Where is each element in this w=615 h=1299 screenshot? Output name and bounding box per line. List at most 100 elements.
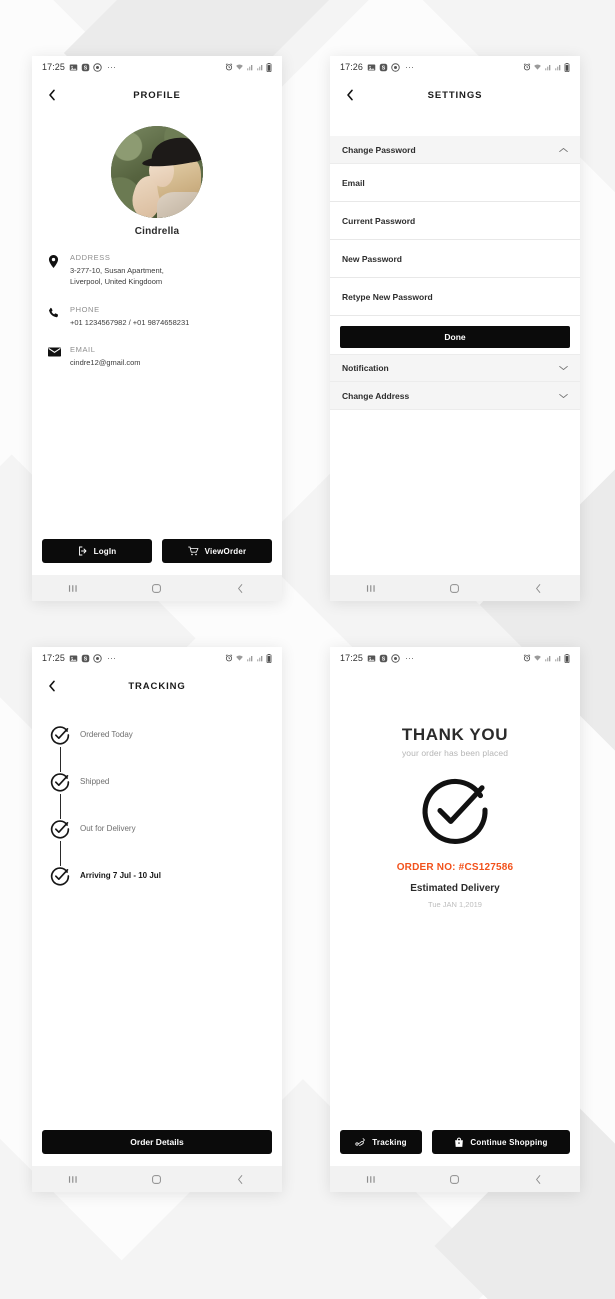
- profile-body: Cindrella ADDRESS 3-277-10, Susan Apartm…: [32, 112, 282, 575]
- status-overflow-icon: ⋯: [107, 61, 117, 72]
- back-button[interactable]: [342, 87, 358, 103]
- continue-shopping-button[interactable]: Continue Shopping: [432, 1130, 570, 1154]
- done-button[interactable]: Done: [340, 326, 570, 348]
- field-new-password[interactable]: New Password: [330, 240, 580, 278]
- back-button[interactable]: [44, 87, 60, 103]
- tracking-connector: [60, 841, 62, 866]
- tracking-step-label: Shipped: [80, 777, 110, 786]
- wifi-icon: [534, 64, 541, 70]
- field-email[interactable]: Email: [330, 164, 580, 202]
- tracking-step: Out for Delivery: [50, 819, 282, 866]
- home-icon[interactable]: [137, 1173, 177, 1186]
- order-details-button[interactable]: Order Details: [42, 1130, 272, 1154]
- chevron-left-icon: [49, 680, 55, 692]
- view-order-button[interactable]: ViewOrder: [162, 539, 272, 563]
- login-button[interactable]: LogIn: [42, 539, 152, 563]
- phone-icon: [48, 305, 70, 319]
- home-icon[interactable]: [137, 582, 177, 595]
- cart-icon: [187, 546, 199, 556]
- status-bar: 17:26 S ⋯: [330, 56, 580, 78]
- avatar-dress: [157, 192, 203, 218]
- image-icon: [367, 64, 376, 70]
- continue-shopping-button-label: Continue Shopping: [470, 1137, 548, 1147]
- check-circle-icon: [50, 819, 80, 844]
- check-circle-icon: [419, 774, 491, 846]
- info-text-phone: PHONE +01 1234567982 / +01 9874658231: [70, 305, 266, 328]
- svg-text:S: S: [84, 65, 88, 71]
- order-number: ORDER NO: #CS127586: [396, 862, 514, 873]
- status-overflow-icon: ⋯: [405, 652, 415, 663]
- alarm-icon: [523, 654, 531, 662]
- recents-icon[interactable]: [54, 1173, 94, 1186]
- status-left-icons: S ⋯: [367, 62, 415, 73]
- estimated-delivery-date: Tue JAN 1,2019: [428, 900, 482, 909]
- status-time: 17:26: [340, 62, 364, 72]
- profile-info-list: ADDRESS 3-277-10, Susan Apartment, Liver…: [32, 253, 282, 368]
- info-label-address: ADDRESS: [70, 253, 111, 262]
- tracking-button[interactable]: Tracking: [340, 1130, 422, 1154]
- view-order-button-label: ViewOrder: [204, 546, 247, 556]
- battery-icon: [266, 653, 272, 663]
- back-icon[interactable]: [518, 1173, 558, 1186]
- android-nav-bar: [32, 575, 282, 601]
- alarm-icon: [523, 63, 531, 71]
- field-current-password[interactable]: Current Password: [330, 202, 580, 240]
- signal-icon: [555, 656, 561, 662]
- skype-icon: S: [379, 654, 388, 662]
- back-icon[interactable]: [220, 1173, 260, 1186]
- alarm-icon: [225, 63, 233, 71]
- back-button[interactable]: [44, 678, 60, 694]
- recents-icon[interactable]: [352, 1173, 392, 1186]
- settings-body: Change Password Email Current Password N…: [330, 112, 580, 575]
- page-title: PROFILE: [133, 89, 181, 101]
- android-nav-bar: [32, 1166, 282, 1192]
- recents-icon[interactable]: [54, 582, 94, 595]
- home-icon[interactable]: [435, 1173, 475, 1186]
- envelope-icon: [48, 345, 70, 357]
- back-icon[interactable]: [220, 582, 260, 595]
- recents-icon[interactable]: [352, 582, 392, 595]
- info-row-phone: PHONE +01 1234567982 / +01 9874658231: [48, 305, 266, 328]
- info-text-email: EMAIL cindre12@gmail.com: [70, 345, 266, 368]
- login-icon: [78, 546, 87, 556]
- android-nav-bar: [330, 1166, 580, 1192]
- accordion-change-address[interactable]: Change Address: [330, 382, 580, 410]
- info-label-email: EMAIL: [70, 344, 96, 354]
- chrome-icon: [391, 62, 400, 72]
- svg-text:S: S: [84, 656, 88, 662]
- accordion-change-password[interactable]: Change Password: [330, 136, 580, 164]
- check-circle-icon: [50, 866, 80, 891]
- status-overflow-icon: ⋯: [107, 652, 117, 663]
- image-icon: [69, 655, 78, 661]
- status-overflow-icon: ⋯: [405, 61, 415, 72]
- skype-icon: S: [81, 63, 90, 71]
- info-value-address: 3-277-10, Susan Apartment, Liverpool, Un…: [70, 266, 164, 287]
- signal-icon: [545, 65, 551, 71]
- field-retype-new-password[interactable]: Retype New Password: [330, 278, 580, 316]
- home-icon[interactable]: [435, 582, 475, 595]
- back-icon[interactable]: [518, 582, 558, 595]
- profile-name: Cindrella: [134, 226, 180, 237]
- status-time: 17:25: [42, 62, 66, 72]
- chevron-left-icon: [49, 89, 55, 101]
- location-pin-icon: [48, 253, 70, 268]
- signal-icon: [257, 65, 263, 71]
- svg-text:S: S: [382, 656, 386, 662]
- avatar[interactable]: [111, 126, 203, 218]
- accordion-notification[interactable]: Notification: [330, 354, 580, 382]
- shopping-bag-icon: [455, 1137, 464, 1147]
- chevron-up-icon: [559, 147, 568, 152]
- status-bar: 17:25 S ⋯: [32, 647, 282, 669]
- status-bar: 17:25 S ⋯: [330, 647, 580, 669]
- chrome-icon: [391, 653, 400, 663]
- app-bar-settings: SETTINGS: [330, 78, 580, 112]
- status-bar: 17:25 S ⋯: [32, 56, 282, 78]
- chevron-down-icon: [559, 365, 568, 371]
- field-label-current-password: Current Password: [342, 215, 416, 226]
- wifi-icon: [236, 64, 243, 70]
- skype-icon: S: [379, 63, 388, 71]
- status-time: 17:25: [42, 653, 66, 663]
- info-row-address: ADDRESS 3-277-10, Susan Apartment, Liver…: [48, 253, 266, 288]
- info-row-email: EMAIL cindre12@gmail.com: [48, 345, 266, 368]
- chevron-left-icon: [347, 89, 353, 101]
